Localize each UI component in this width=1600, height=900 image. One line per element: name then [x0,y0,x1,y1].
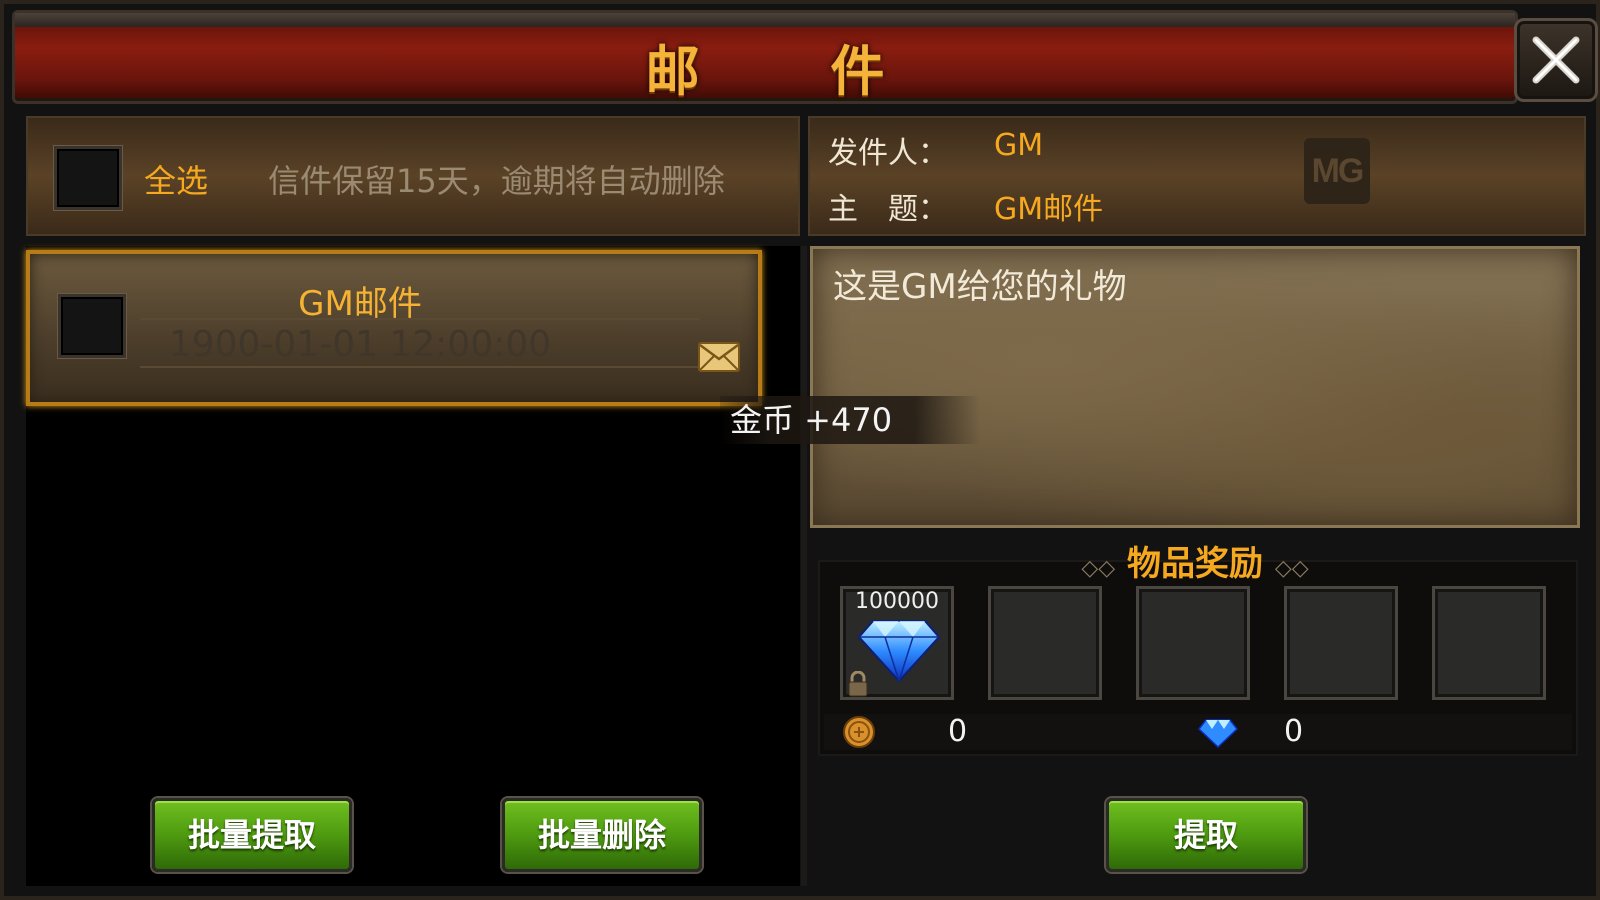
gold-value: 0 [948,714,968,749]
diamond-icon [857,620,941,683]
panel-divider [801,246,807,886]
mail-window: 邮 件 全选 信件保留15天，逾期将自动删除 发件人： GM 主 题： GM邮件… [0,0,1600,900]
sender-label: 发件人： [828,136,948,171]
select-all-label[interactable]: 全选 [144,156,208,202]
batch-claim-button[interactable]: 批量提取 [152,798,352,872]
mail-detail-header: 发件人： GM 主 题： GM邮件 MG [808,116,1586,236]
sender-value: GM [994,128,1044,163]
close-button[interactable] [1514,18,1598,102]
lock-icon [848,671,868,697]
ornament-left-icon: ◇◇ [1081,556,1116,581]
window-title: 邮 件 [645,40,941,103]
subject-value: GM邮件 [994,192,1104,227]
reward-slot-empty[interactable] [1136,586,1250,700]
claim-button[interactable]: 提取 [1106,798,1306,872]
reward-slot-empty[interactable] [988,586,1102,700]
select-all-checkbox[interactable] [54,146,122,210]
mg-logo: MG [1304,138,1370,204]
batch-delete-button[interactable]: 批量删除 [502,798,702,872]
ornament-right-icon: ◇◇ [1274,556,1309,581]
mail-body: 这是GM给您的礼物 [810,246,1580,528]
rewards-title: ◇◇ 物品奖励 ◇◇ [810,536,1580,585]
currency-row: 0 0 [824,714,1572,750]
diamond-currency-icon [1198,719,1238,748]
title-bar: 邮 件 [12,10,1518,104]
diamond-value: 0 [1284,714,1304,749]
mail-list-header: 全选 信件保留15天，逾期将自动删除 [26,116,800,236]
mail-list: GM邮件 1900-01-01 12:00:00 [26,246,800,886]
mail-list-item[interactable]: GM邮件 1900-01-01 12:00:00 [26,250,762,406]
reward-slot-empty[interactable] [1284,586,1398,700]
envelope-icon [698,342,740,372]
mail-item-subject: GM邮件 [298,284,422,324]
reward-count: 100000 [855,589,939,614]
rewards-title-text: 物品奖励 [1127,544,1263,584]
gold-coin-icon [843,716,875,748]
retention-note: 信件保留15天，逾期将自动删除 [268,162,725,200]
subject-label: 主 题： [828,192,948,227]
reward-slot[interactable]: 100000 [840,586,954,700]
close-icon [1532,36,1580,84]
reward-slot-empty[interactable] [1432,586,1546,700]
mail-item-divider [140,366,700,368]
rewards-panel: 100000 0 0 [818,560,1578,756]
reward-toast: 金币 +470 [720,396,980,444]
mail-body-text: 这是GM给您的礼物 [833,267,1127,307]
mail-item-date: 1900-01-01 12:00:00 [168,324,552,365]
